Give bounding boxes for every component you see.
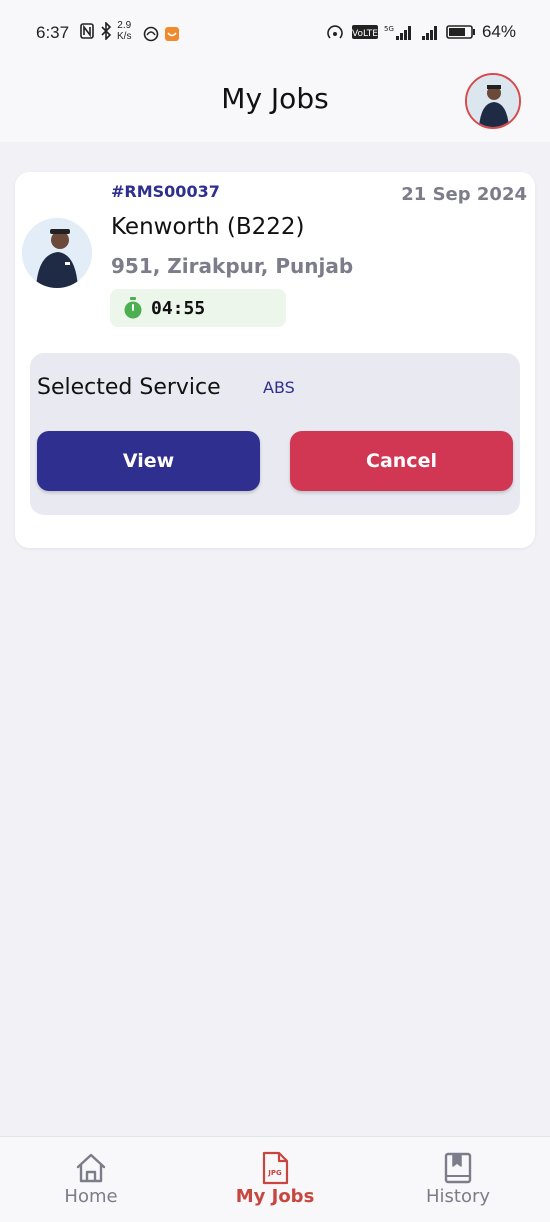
status-bar: 6:37 2.9 K/s VoLTE 5G 64% [0, 0, 550, 66]
customer-person-image [22, 218, 92, 288]
profile-person-image [467, 75, 519, 127]
bottom-navigation: Home JPG My Jobs History [0, 1136, 550, 1222]
nav-my-jobs[interactable]: JPG My Jobs [200, 1137, 350, 1222]
status-time: 6:37 [36, 23, 70, 42]
nav-home[interactable]: Home [16, 1137, 166, 1222]
shopping-app-icon [165, 27, 179, 41]
cancel-button[interactable]: Cancel [290, 431, 513, 491]
jpg-document-icon: JPG [262, 1151, 289, 1185]
job-card[interactable]: #RMS00037 21 Sep 2024 Kenworth (B222) 95… [15, 172, 535, 548]
volte-icon: VoLTE [351, 25, 378, 39]
nfc-icon [80, 23, 94, 39]
app-header: My Jobs [0, 66, 550, 142]
status-right-icons: VoLTE 5G 64% [326, 22, 516, 42]
jpg-icon-text: JPG [267, 1169, 282, 1177]
job-timer: 04:55 [110, 289, 286, 327]
vehicle-name: Kenworth (B222) [111, 214, 305, 240]
svg-text:VoLTE: VoLTE [352, 29, 378, 39]
svg-text:5G: 5G [384, 25, 394, 33]
selected-service-label: Selected Service [37, 375, 221, 400]
job-date: 21 Sep 2024 [401, 184, 527, 205]
nav-history[interactable]: History [383, 1137, 533, 1222]
timer-value: 04:55 [151, 297, 206, 319]
nav-my-jobs-label: My Jobs [235, 1186, 315, 1207]
battery-percentage: 64% [481, 22, 516, 41]
job-id: #RMS00037 [111, 182, 220, 201]
selected-service-value: ABS [263, 378, 295, 397]
network-speed: 2.9 K/s [117, 20, 131, 42]
status-left-icons [80, 22, 112, 40]
stopwatch-icon [124, 297, 142, 319]
bookmark-book-icon [444, 1152, 472, 1184]
signal-5g-icon: 5G [384, 25, 411, 40]
network-speed-value: 2.9 [117, 20, 132, 31]
job-address: 951, Zirakpur, Punjab [111, 254, 354, 278]
service-panel: Selected Service ABS View Cancel [30, 353, 520, 515]
profile-avatar[interactable] [465, 73, 521, 129]
home-icon [76, 1153, 106, 1183]
battery-icon [446, 25, 475, 39]
view-button[interactable]: View [37, 431, 260, 491]
nav-home-label: Home [64, 1186, 118, 1207]
job-customer-avatar [22, 218, 92, 288]
signal-icon [421, 26, 437, 40]
network-speed-unit: K/s [117, 31, 132, 42]
bluetooth-icon [101, 22, 112, 40]
app-notification-icon [143, 26, 159, 42]
nav-history-label: History [425, 1186, 491, 1207]
hotspot-icon [327, 25, 343, 39]
